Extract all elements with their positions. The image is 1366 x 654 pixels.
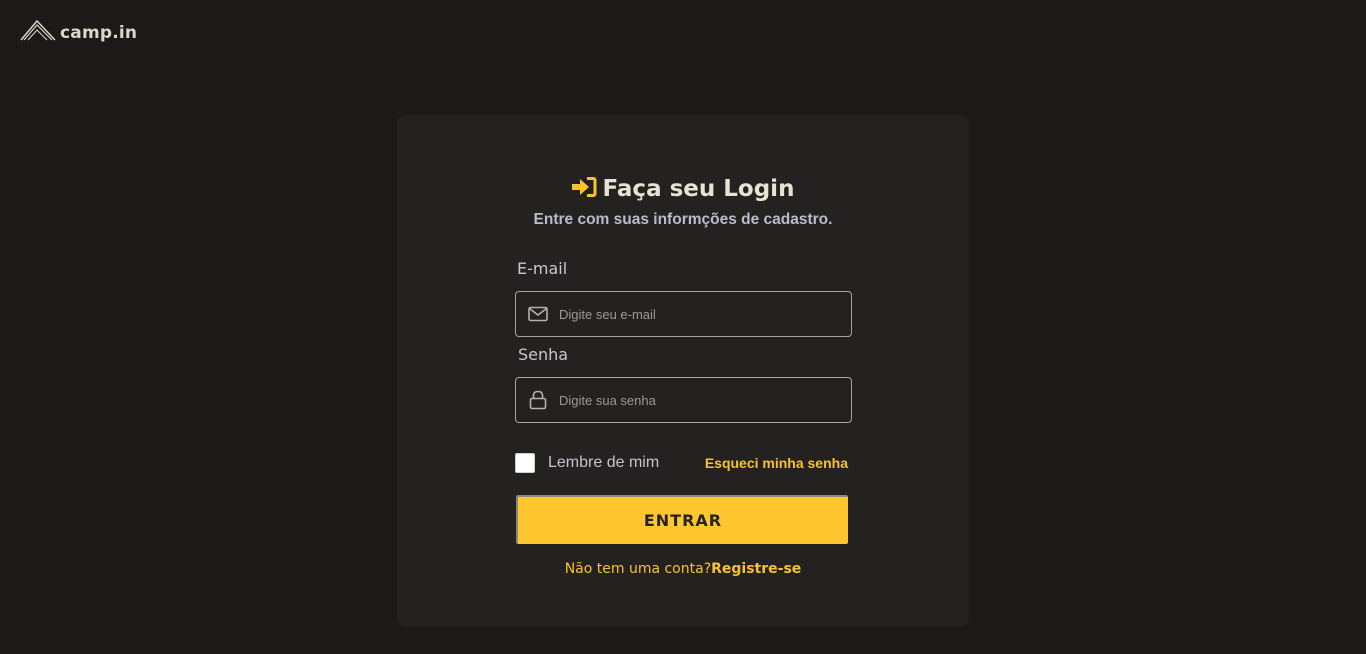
signup-prompt-text: Não tem uma conta? xyxy=(564,561,712,577)
email-input[interactable] xyxy=(554,292,851,336)
email-label: E-mail xyxy=(517,259,568,278)
remember-row: Lembre de mim Esqueci minha senha xyxy=(515,452,852,474)
signup-link[interactable]: Registre-se xyxy=(711,561,801,577)
brand-name: camp.in xyxy=(60,22,138,43)
remember-me-checkbox[interactable] xyxy=(515,453,535,473)
signup-prompt-row: Não tem uma conta?Registre-se xyxy=(0,560,1366,578)
password-input[interactable] xyxy=(554,378,851,422)
remember-me-label[interactable]: Lembre de mim xyxy=(548,453,659,473)
forgot-password-link[interactable]: Esqueci minha senha xyxy=(705,454,848,472)
lock-icon xyxy=(522,390,554,410)
tent-icon xyxy=(20,18,56,47)
login-submit-button[interactable]: ENTRAR xyxy=(516,495,848,544)
password-label: Senha xyxy=(518,345,569,364)
page-subtitle: Entre com suas informções de cadastro. xyxy=(533,211,833,228)
password-field-wrapper[interactable] xyxy=(515,377,852,423)
brand-logo[interactable]: camp.in xyxy=(20,18,137,47)
mail-icon xyxy=(522,306,554,322)
email-field-wrapper[interactable] xyxy=(515,291,852,337)
login-card xyxy=(397,115,969,627)
